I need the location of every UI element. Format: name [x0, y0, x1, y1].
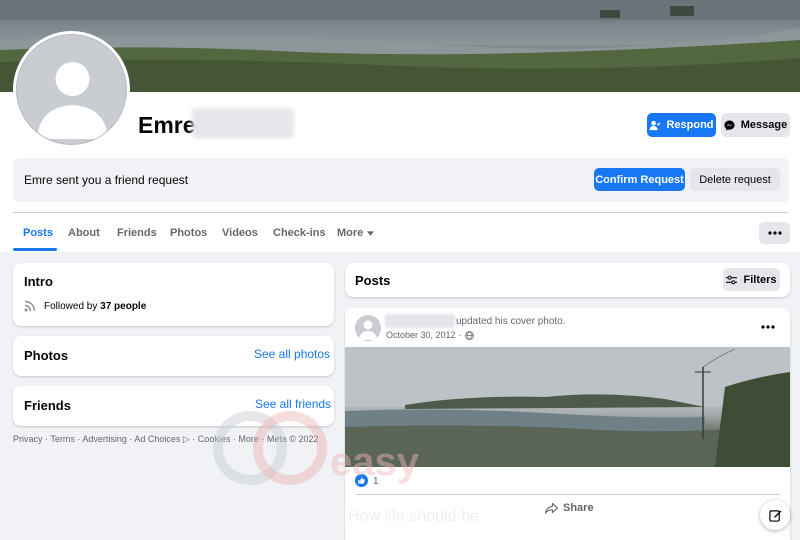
post-date[interactable]: October 30, 2012 — [386, 330, 456, 340]
followed-by-text: Followed by 37 people — [44, 301, 146, 312]
followed-count: 37 people — [100, 301, 147, 312]
globe-icon — [464, 330, 474, 340]
post-options-icon[interactable] — [761, 325, 775, 329]
see-all-photos-link[interactable]: See all photos — [254, 347, 330, 361]
tab-check-ins[interactable]: Check-ins — [273, 227, 326, 239]
tab-videos[interactable]: Videos — [222, 227, 258, 239]
footer-links[interactable]: Privacy · Terms · Advertising · Ad Choic… — [13, 434, 319, 445]
profile-name: Emre — [138, 112, 196, 138]
message-label: Message — [740, 119, 788, 131]
intro-card — [13, 263, 334, 326]
filters-button[interactable]: Filters — [723, 268, 780, 291]
reaction-count[interactable]: 1 — [373, 476, 379, 487]
post-author-avatar[interactable] — [355, 315, 381, 341]
more-options-button[interactable] — [759, 222, 790, 244]
user-check-icon — [649, 120, 661, 130]
rss-icon — [24, 300, 36, 312]
filter-sliders-icon — [726, 275, 738, 284]
confirm-request-label: Confirm Request — [595, 173, 684, 186]
post-action-text: updated his cover photo. — [456, 316, 566, 327]
friends-title: Friends — [24, 398, 71, 413]
followed-prefix: Followed by — [44, 301, 101, 312]
tab-more-label: More — [337, 227, 364, 239]
default-avatar — [16, 34, 127, 145]
active-tab-indicator — [13, 248, 57, 251]
respond-button[interactable]: Respond — [647, 113, 716, 137]
messenger-icon — [724, 119, 735, 131]
person-silhouette-icon — [359, 320, 377, 340]
tab-about[interactable]: About — [68, 227, 100, 239]
avatar[interactable] — [13, 31, 130, 148]
post-action-divider — [355, 494, 780, 495]
new-message-button[interactable] — [760, 500, 790, 530]
friend-request-text: Emre sent you a friend request — [24, 173, 189, 187]
delete-request-button[interactable]: Delete request — [690, 168, 780, 191]
tab-photos[interactable]: Photos — [170, 227, 207, 239]
message-button[interactable]: Message — [721, 113, 790, 137]
header-divider — [13, 212, 789, 213]
posts-title: Posts — [355, 273, 391, 288]
respond-label: Respond — [666, 119, 714, 131]
filters-label: Filters — [743, 273, 777, 286]
intro-title: Intro — [24, 274, 53, 289]
tab-more[interactable]: More — [337, 227, 375, 239]
share-label: Share — [563, 502, 594, 514]
delete-request-label: Delete request — [699, 173, 771, 186]
person-silhouette-icon — [37, 62, 108, 139]
tab-friends[interactable]: Friends — [117, 227, 157, 239]
like-reaction-icon[interactable] — [355, 474, 368, 487]
see-all-friends-link[interactable]: See all friends — [255, 397, 331, 411]
compose-icon — [768, 509, 781, 522]
meta-separator: · — [458, 330, 462, 340]
share-button[interactable]: Share — [545, 502, 594, 514]
share-arrow-icon — [545, 502, 558, 514]
caret-down-icon — [367, 230, 375, 236]
post-author-redaction — [385, 314, 455, 328]
ellipsis-icon — [767, 231, 782, 235]
name-redaction — [192, 108, 294, 138]
tab-posts[interactable]: Posts — [23, 227, 53, 239]
photos-title: Photos — [24, 348, 69, 363]
post-meta: October 30, 2012 · — [386, 330, 474, 340]
post-cover-photo[interactable] — [345, 347, 790, 467]
confirm-request-button[interactable]: Confirm Request — [594, 168, 685, 191]
panorama-landscape — [345, 347, 790, 467]
